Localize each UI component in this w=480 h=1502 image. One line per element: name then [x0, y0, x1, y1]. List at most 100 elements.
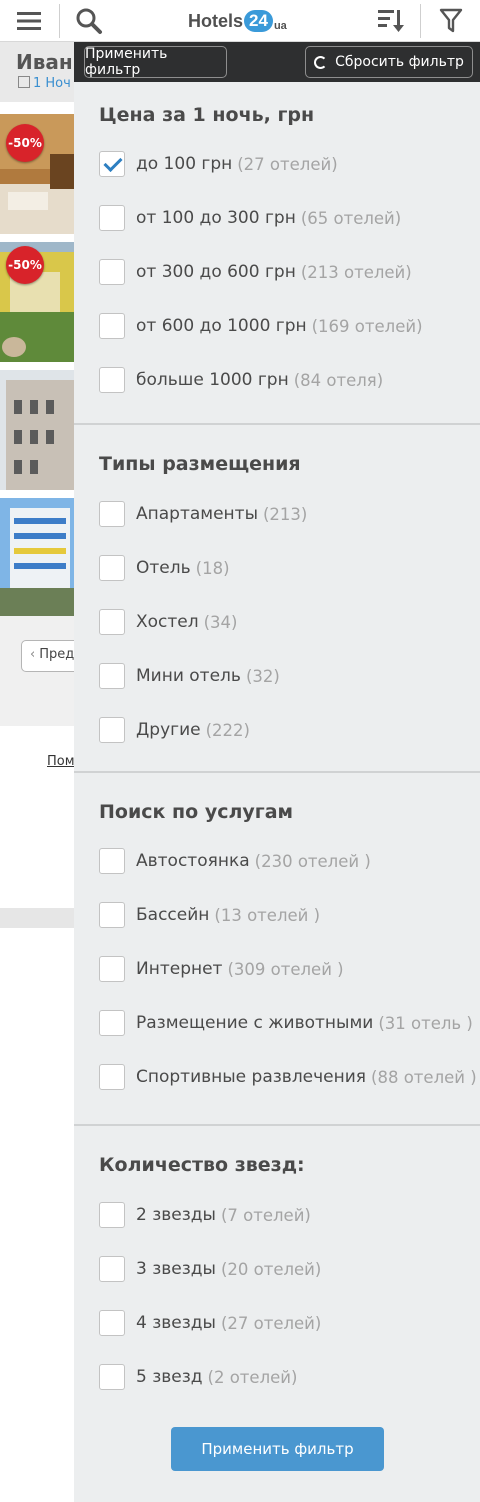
- filter-option-label: Спортивные развлечения: [136, 1067, 367, 1087]
- filter-option[interactable]: Автостоянка (230 отелей ): [99, 846, 371, 876]
- site-logo[interactable]: Hotels 24 ua: [188, 7, 287, 35]
- filter-option[interactable]: Другие (222): [99, 715, 250, 745]
- filter-option-label: 2 звезды: [136, 1205, 216, 1225]
- filter-option-count: (213 отелей): [300, 262, 412, 282]
- apply-filter-bottom-button[interactable]: Применить фильтр: [171, 1427, 384, 1471]
- reset-filter-button[interactable]: Сбросить фильтр: [305, 46, 473, 78]
- checkbox[interactable]: [99, 1310, 125, 1336]
- checkbox[interactable]: [99, 367, 125, 393]
- checkbox[interactable]: [99, 205, 125, 231]
- top-bar: Hotels 24 ua: [0, 0, 480, 42]
- filter-option[interactable]: Мини отель (32): [99, 661, 280, 691]
- toolbar-divider: [420, 4, 421, 38]
- filter-option[interactable]: 4 звезды (27 отелей): [99, 1308, 321, 1338]
- checkbox[interactable]: [99, 1010, 125, 1036]
- checkbox[interactable]: [99, 663, 125, 689]
- checkbox-checked[interactable]: [99, 151, 125, 177]
- prev-label: Пред: [39, 647, 75, 662]
- filter-option[interactable]: Размещение с животными (31 отель ): [99, 1008, 473, 1038]
- hotel-building-image: [0, 498, 74, 618]
- filter-section-title: Поиск по услугам: [99, 801, 294, 823]
- filter-option-label: больше 1000 грн: [136, 370, 289, 390]
- checkbox[interactable]: [99, 501, 125, 527]
- filter-option[interactable]: 3 звезды (20 отелей): [99, 1254, 321, 1284]
- hotel-photo[interactable]: [0, 370, 74, 490]
- filter-option-label: 5 звезд: [136, 1367, 203, 1387]
- filter-option[interactable]: от 300 до 600 грн (213 отелей): [99, 257, 412, 287]
- filter-option-count: (20 отелей): [220, 1259, 322, 1279]
- filter-option-count: (222): [205, 720, 250, 740]
- filter-option[interactable]: Отель (18): [99, 553, 230, 583]
- filter-option-count: (65 отелей): [300, 208, 402, 228]
- nights-text: 1 Ноч: [33, 76, 71, 91]
- hotel-photo[interactable]: -50%: [0, 114, 74, 234]
- filter-option[interactable]: до 100 грн (27 отелей): [99, 149, 338, 179]
- sort-button[interactable]: [364, 0, 418, 42]
- filter-option[interactable]: Хостел (34): [99, 607, 238, 637]
- filter-icon: [439, 8, 463, 33]
- filter-option-count: (84 отеля): [293, 370, 384, 390]
- checkbox[interactable]: [99, 848, 125, 874]
- filter-option-count: (7 отелей): [220, 1205, 311, 1225]
- checkbox[interactable]: [99, 1256, 125, 1282]
- checkbox[interactable]: [99, 1202, 125, 1228]
- calendar-icon: [18, 76, 30, 88]
- filter-option-count: (169 отелей): [311, 316, 423, 336]
- menu-button[interactable]: [0, 0, 58, 42]
- filter-option[interactable]: 2 звезды (7 отелей): [99, 1200, 311, 1230]
- filter-option-label: Мини отель: [136, 666, 241, 686]
- filter-option-label: Автостоянка: [136, 851, 250, 871]
- logo-text: Hotels: [188, 10, 244, 31]
- page-title: Иван: [16, 50, 73, 74]
- filter-option[interactable]: Бассейн (13 отелей ): [99, 900, 320, 930]
- filter-option[interactable]: от 100 до 300 грн (65 отелей): [99, 203, 401, 233]
- filter-option-label: Апартаменты: [136, 504, 258, 524]
- checkbox[interactable]: [99, 609, 125, 635]
- hotel-photo[interactable]: [0, 498, 74, 618]
- filter-section-title: Типы размещения: [99, 453, 301, 475]
- search-button[interactable]: [62, 0, 116, 42]
- checkbox[interactable]: [99, 313, 125, 339]
- filter-option[interactable]: Апартаменты (213): [99, 499, 307, 529]
- filter-option-label: Хостел: [136, 612, 199, 632]
- filter-option[interactable]: Спортивные развлечения (88 отелей ): [99, 1062, 477, 1092]
- filter-option-count: (213): [263, 504, 308, 524]
- filter-option-label: 4 звезды: [136, 1313, 216, 1333]
- checkbox[interactable]: [99, 902, 125, 928]
- filter-option-count: (27 отелей): [237, 154, 338, 174]
- date-info[interactable]: 1 Ноч: [18, 76, 71, 91]
- filter-option[interactable]: больше 1000 грн (84 отеля): [99, 365, 383, 395]
- checkbox[interactable]: [99, 259, 125, 285]
- filter-option[interactable]: 5 звезд (2 отелей): [99, 1362, 297, 1392]
- filter-option[interactable]: от 600 до 1000 грн (169 отелей): [99, 311, 423, 341]
- checkbox[interactable]: [99, 956, 125, 982]
- checkbox[interactable]: [99, 1064, 125, 1090]
- filter-option-count: (230 отелей ): [254, 851, 371, 871]
- footer-strip: [0, 908, 74, 928]
- discount-badge: -50%: [6, 124, 44, 162]
- page-header: Иван 1 Ноч: [0, 42, 74, 102]
- filter-panel: Применить фильтр Сбросить фильтр Цена за…: [74, 42, 480, 1502]
- filter-option-label: от 100 до 300 грн: [136, 208, 296, 228]
- toolbar-divider: [59, 4, 60, 38]
- logo-suffix: ua: [273, 20, 287, 32]
- filter-option-label: Другие: [136, 720, 201, 740]
- logo-number: 24: [244, 10, 273, 32]
- filter-option-count: (309 отелей ): [227, 959, 344, 979]
- checkbox[interactable]: [99, 1364, 125, 1390]
- discount-badge: -50%: [6, 246, 44, 284]
- filter-option-label: 3 звезды: [136, 1259, 216, 1279]
- hotel-list-background: Иван 1 Ноч -50% -50% ‹ Пред Пом: [0, 42, 91, 1502]
- reset-filter-label: Сбросить фильтр: [335, 54, 464, 70]
- hotel-building-image: [0, 370, 74, 490]
- filter-option[interactable]: Интернет (309 отелей ): [99, 954, 344, 984]
- hotel-photo[interactable]: -50%: [0, 242, 74, 362]
- checkbox[interactable]: [99, 555, 125, 581]
- filter-button[interactable]: [422, 0, 480, 42]
- refresh-icon: [314, 55, 328, 69]
- help-link[interactable]: Пом: [47, 754, 75, 769]
- apply-filter-label: Применить фильтр: [85, 46, 168, 78]
- apply-filter-top-button[interactable]: Применить фильтр: [84, 46, 227, 78]
- checkbox[interactable]: [99, 717, 125, 743]
- filter-option-count: (2 отелей): [207, 1367, 298, 1387]
